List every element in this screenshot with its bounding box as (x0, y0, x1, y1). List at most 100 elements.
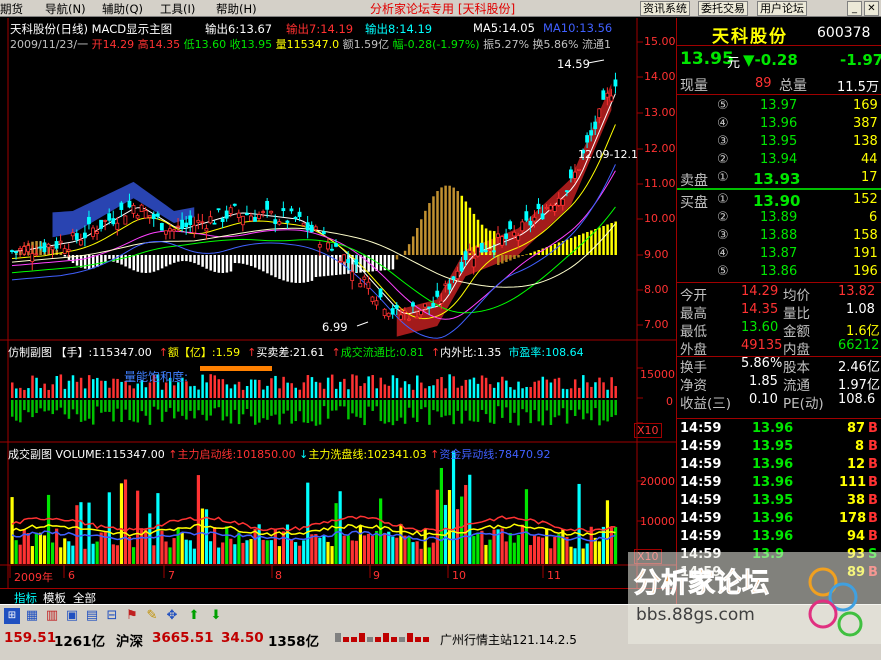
bid-level: ④ (717, 246, 729, 261)
sub1-down-bar (160, 400, 164, 422)
sub1-up-bar (379, 377, 383, 398)
volume-bar (63, 538, 67, 564)
menu-help[interactable]: 帮助(H) (216, 1, 257, 17)
sub1-up-bar (104, 380, 107, 398)
candle-body (585, 135, 589, 143)
volume-bar (83, 548, 87, 564)
volume-bar (192, 548, 196, 564)
news-system-button[interactable]: 资讯系统 (640, 1, 690, 16)
volume-bar (67, 541, 71, 564)
stat-label: 流通 (783, 378, 810, 394)
stat-value: 66212 (838, 338, 880, 353)
stat-value: 1.85 (749, 374, 778, 389)
sub1-down-bar (286, 400, 289, 411)
sub1-up-bar (132, 388, 135, 398)
macd-bar (181, 255, 184, 262)
sub1-down-bar (168, 400, 172, 408)
sub1-up-bar (351, 374, 354, 398)
activity-block (399, 637, 405, 642)
volume-bar (30, 546, 34, 564)
move-icon[interactable]: ✥ (164, 608, 180, 624)
candle-body (447, 283, 452, 290)
sub1-up-bar (432, 385, 435, 398)
volume-bar (51, 542, 55, 564)
pencil-icon[interactable]: ✎ (144, 608, 160, 624)
sub1-up-bar (23, 389, 26, 398)
price-tick: 7.00 (644, 318, 669, 331)
sub1-up-bar (359, 385, 362, 398)
macd-bar (286, 255, 289, 282)
sub1-up-bar (282, 376, 285, 398)
sub1-down-bar (606, 400, 609, 422)
table-icon[interactable]: ▤ (84, 608, 100, 624)
bid-level: ⑤ (717, 264, 729, 279)
window-icon[interactable]: ▣ (64, 608, 80, 624)
minimize-icon[interactable]: _ (847, 1, 862, 16)
tick-side: B (868, 439, 878, 454)
arrow-up-icon[interactable]: ⬆ (186, 608, 202, 624)
close-icon[interactable]: ✕ (864, 1, 879, 16)
macd-bar (448, 185, 451, 255)
sub1-down-bar (193, 400, 196, 419)
menu-futures[interactable]: 期货 (0, 1, 23, 17)
menu-assist[interactable]: 辅助(Q) (102, 1, 143, 17)
high-label: 高14.35 (137, 38, 181, 51)
menu-navigate[interactable]: 导航(N) (45, 1, 86, 17)
sub1-up-bar (11, 382, 14, 398)
chart-area[interactable]: 天科股份(日线) MACD显示主图 输出6:13.67 输出7:14.19 输出… (0, 18, 676, 588)
candle-body (257, 214, 261, 219)
forum-watermark: 分析家论坛 bbs.88gs.com (628, 552, 881, 644)
menu-tools[interactable]: 工具(I) (160, 1, 195, 17)
macd-bar (395, 255, 399, 260)
sub1-up-bar (484, 377, 488, 398)
sub1-down-bar (411, 400, 415, 418)
ma10-label: MA10:13.56 (543, 21, 613, 35)
macd-bar (156, 255, 160, 271)
grid-icon[interactable]: ▦ (24, 608, 40, 624)
stat-value: 49135 (741, 338, 783, 353)
volume-bar (294, 542, 298, 564)
macd-bar (428, 203, 431, 255)
user-forum-button[interactable]: 用户论坛 (757, 1, 807, 16)
x-axis-label: 7 (168, 569, 175, 582)
kline-chart[interactable] (0, 18, 676, 588)
ask-level: ③ (717, 134, 729, 149)
candle-body (475, 246, 480, 257)
sub2-wash-line: 主力洗盘线:102341.03 (308, 448, 427, 461)
candle-body (520, 221, 525, 232)
tick-time: 14:59 (680, 421, 722, 436)
tick-price: 13.96 (752, 529, 794, 544)
candle-body (91, 227, 95, 237)
sub1-up-bar (63, 388, 67, 398)
trade-button[interactable]: 委托交易 (698, 1, 748, 16)
volume-bar (261, 539, 265, 564)
bid-volume: 6 (869, 210, 878, 225)
sub1-up-bar (371, 375, 374, 398)
volume-bar (375, 530, 379, 564)
sub1-down-bar (330, 400, 334, 411)
macd-bar (249, 255, 253, 267)
candle-body (26, 245, 31, 253)
sub1-down-bar (602, 400, 605, 421)
volume-bar (123, 479, 128, 564)
candle-body (135, 215, 140, 219)
sub1-down-bar (387, 400, 391, 423)
chart-icon[interactable]: ⊞ (4, 608, 20, 624)
flag-icon[interactable]: ⚑ (124, 608, 140, 624)
macd-bar (217, 255, 221, 273)
sub1-up-bar (189, 386, 192, 398)
candle-body (224, 210, 229, 219)
arrow-down-icon[interactable]: ⬇ (208, 608, 224, 624)
volume-bar (581, 548, 585, 564)
candle-body (269, 210, 274, 214)
bid-label: 买盘 (680, 195, 708, 211)
tick-volume: 12 (847, 457, 866, 472)
candle-body (62, 248, 67, 254)
sub1-up-bar (258, 379, 261, 398)
candle-body (508, 221, 513, 230)
bar-chart-icon[interactable]: ▥ (44, 608, 60, 624)
candle-body (528, 220, 533, 226)
ask-level: ① (717, 170, 729, 185)
text-icon[interactable]: ⊟ (104, 608, 120, 624)
sub1-up-bar (411, 389, 415, 398)
